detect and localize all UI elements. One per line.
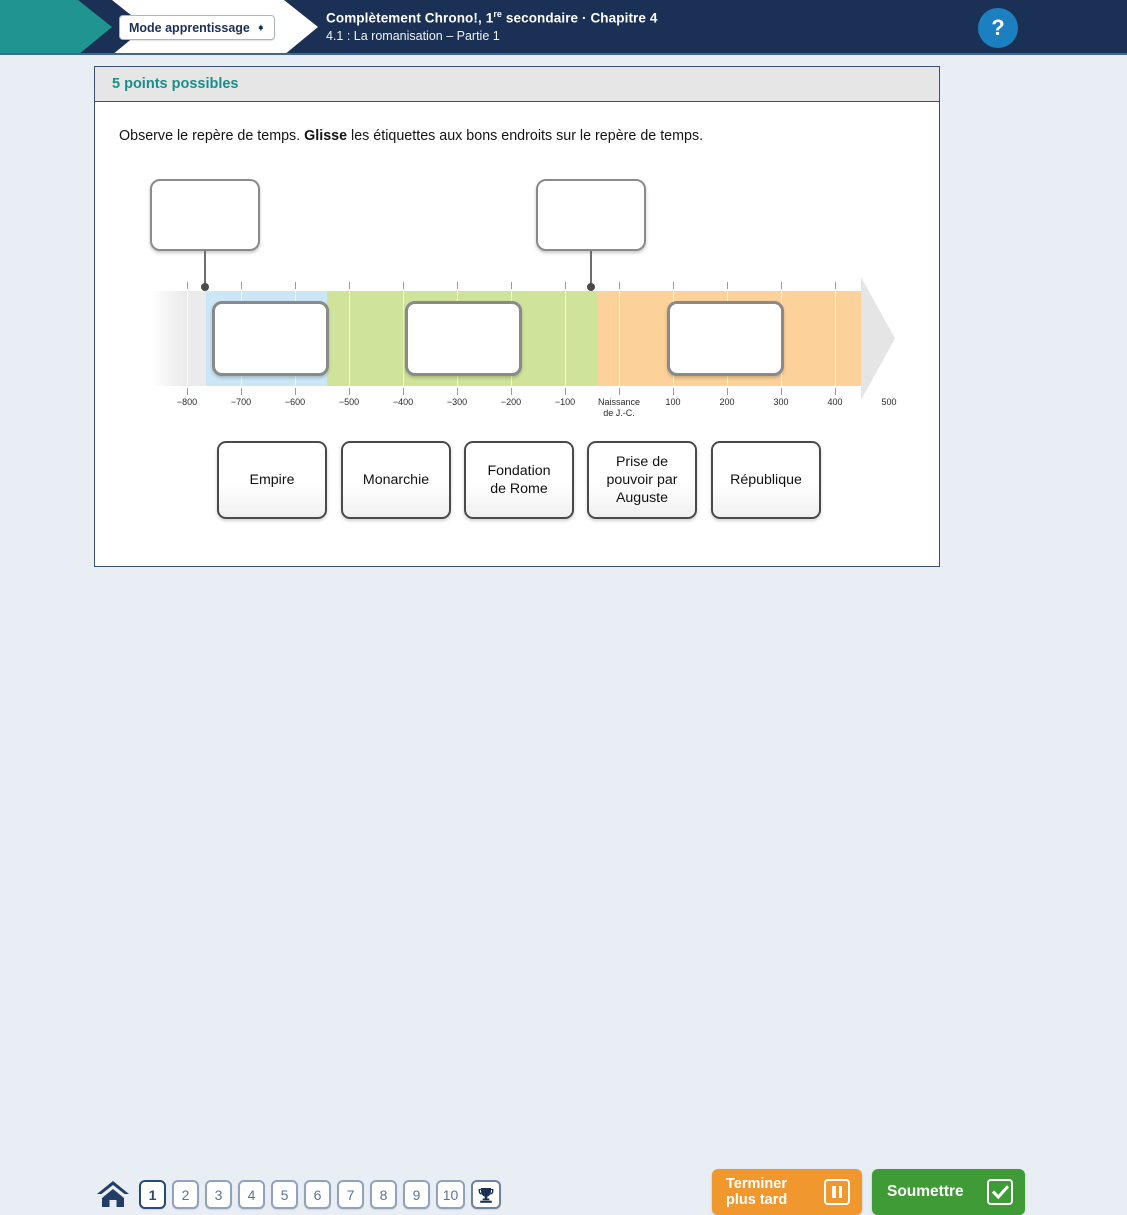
drag-card-prise-de-pouvoir[interactable]: Prise de pouvoir par Auguste (587, 441, 697, 519)
page-button-9[interactable]: 9 (403, 1180, 430, 1209)
tick-top (457, 282, 458, 289)
gridline (835, 291, 836, 386)
home-icon[interactable] (96, 1179, 130, 1209)
tick-bottom (673, 388, 674, 395)
tick-bottom (727, 388, 728, 395)
drag-card-republique[interactable]: République (711, 441, 821, 519)
gridline (187, 291, 188, 386)
timeline-bar: −800 −700 −600 −500 −400 −300 −200 −100 … (150, 277, 897, 418)
slot-republique[interactable] (405, 301, 522, 376)
page-button-1[interactable]: 1 (139, 1180, 166, 1209)
callout-stem-2 (590, 251, 592, 286)
tick-bottom (349, 388, 350, 395)
callout-dot-2 (587, 283, 595, 291)
header-teal-chevron (0, 0, 112, 55)
help-glyph: ? (991, 15, 1005, 40)
drag-card-empire[interactable]: Empire (217, 441, 327, 519)
gridline (349, 291, 350, 386)
tick-top (619, 282, 620, 289)
timeline-arrow-head (861, 277, 895, 400)
slot-monarchie[interactable] (212, 301, 329, 376)
callout-dot-1 (201, 283, 209, 291)
slot-empire[interactable] (667, 301, 784, 376)
trophy-button[interactable] (471, 1180, 501, 1209)
tick-bottom (781, 388, 782, 395)
tick-top (295, 282, 296, 289)
tick-top (673, 282, 674, 289)
gridline (619, 291, 620, 386)
page-button-5[interactable]: 5 (271, 1180, 298, 1209)
tick-bottom (187, 388, 188, 395)
check-box-icon (987, 1179, 1013, 1205)
page-subtitle: 4.1 : La romanisation – Partie 1 (326, 28, 500, 43)
app-header: Mode apprentissage ▲ ▼ Complètement Chron… (0, 0, 1127, 55)
tick-label: 500 (881, 397, 897, 407)
tick-bottom (565, 388, 566, 395)
tick-top (565, 282, 566, 289)
drag-cards-row: Empire Monarchie Fondation de Rome Prise… (95, 441, 941, 531)
footer-bar: 1 2 3 4 5 6 7 8 9 10 Terminer plus tard … (0, 580, 1127, 1215)
page-button-8[interactable]: 8 (370, 1180, 397, 1209)
instruction-text: Observe le repère de temps. Glisse les é… (119, 128, 939, 144)
finish-later-button[interactable]: Terminer plus tard (712, 1169, 862, 1215)
tick-top (781, 282, 782, 289)
callout-stem-1 (204, 251, 206, 286)
tick-top (241, 282, 242, 289)
page-navigation: 1 2 3 4 5 6 7 8 9 10 (139, 1180, 501, 1209)
tick-bottom (511, 388, 512, 395)
callout-fondation-de-rome[interactable] (150, 179, 260, 251)
help-icon[interactable]: ? (978, 8, 1018, 48)
tick-top (511, 282, 512, 289)
finish-later-line2: plus tard (726, 1192, 788, 1208)
mode-select-dropdown[interactable]: Mode apprentissage ▲ ▼ (119, 15, 275, 40)
page-button-7[interactable]: 7 (337, 1180, 364, 1209)
page-button-10[interactable]: 10 (436, 1180, 465, 1209)
page-button-4[interactable]: 4 (238, 1180, 265, 1209)
title-post: secondaire · Chapitre 4 (502, 10, 658, 26)
title-pre: Complètement Chrono!, 1 (326, 10, 494, 26)
drag-card-monarchie[interactable]: Monarchie (341, 441, 451, 519)
page-button-2[interactable]: 2 (172, 1180, 199, 1209)
updown-arrows-icon: ▲ ▼ (256, 21, 265, 33)
tick-bottom (619, 388, 620, 395)
page-button-6[interactable]: 6 (304, 1180, 331, 1209)
tick-bottom (457, 388, 458, 395)
tick-top (403, 282, 404, 289)
tick-top (349, 282, 350, 289)
tick-bottom (295, 388, 296, 395)
gridline (403, 291, 404, 386)
submit-button[interactable]: Soumettre (872, 1169, 1025, 1215)
header-divider (0, 53, 1127, 55)
instruction-part1: Observe le repère de temps. (119, 128, 305, 144)
instruction-part2: les étiquettes aux bons endroits sur le … (347, 128, 704, 144)
tick-bottom (241, 388, 242, 395)
drag-card-fondation-de-rome[interactable]: Fondation de Rome (464, 441, 574, 519)
pause-icon (824, 1179, 850, 1205)
callout-prise-de-pouvoir[interactable] (536, 179, 646, 251)
question-card: 5 points possibles Observe le repère de … (94, 66, 940, 567)
tick-top (187, 282, 188, 289)
points-header: 5 points possibles (95, 67, 939, 102)
page-title: Complètement Chrono!, 1re secondaire · C… (326, 9, 657, 43)
tick-top (727, 282, 728, 289)
page-button-3[interactable]: 3 (205, 1180, 232, 1209)
trophy-icon (478, 1187, 494, 1203)
tick-bottom (835, 388, 836, 395)
mode-select-label: Mode apprentissage (129, 20, 250, 35)
timeline-widget: −800 −700 −600 −500 −400 −300 −200 −100 … (95, 179, 941, 419)
finish-later-line1: Terminer (726, 1176, 787, 1192)
instruction-bold: Glisse (304, 128, 348, 144)
title-sup: re (493, 9, 503, 19)
tick-bottom (403, 388, 404, 395)
segment-prefade (150, 291, 206, 386)
submit-label: Soumettre (887, 1183, 964, 1200)
points-label: 5 points possibles (112, 76, 239, 92)
tick-top (835, 282, 836, 289)
gridline (565, 291, 566, 386)
